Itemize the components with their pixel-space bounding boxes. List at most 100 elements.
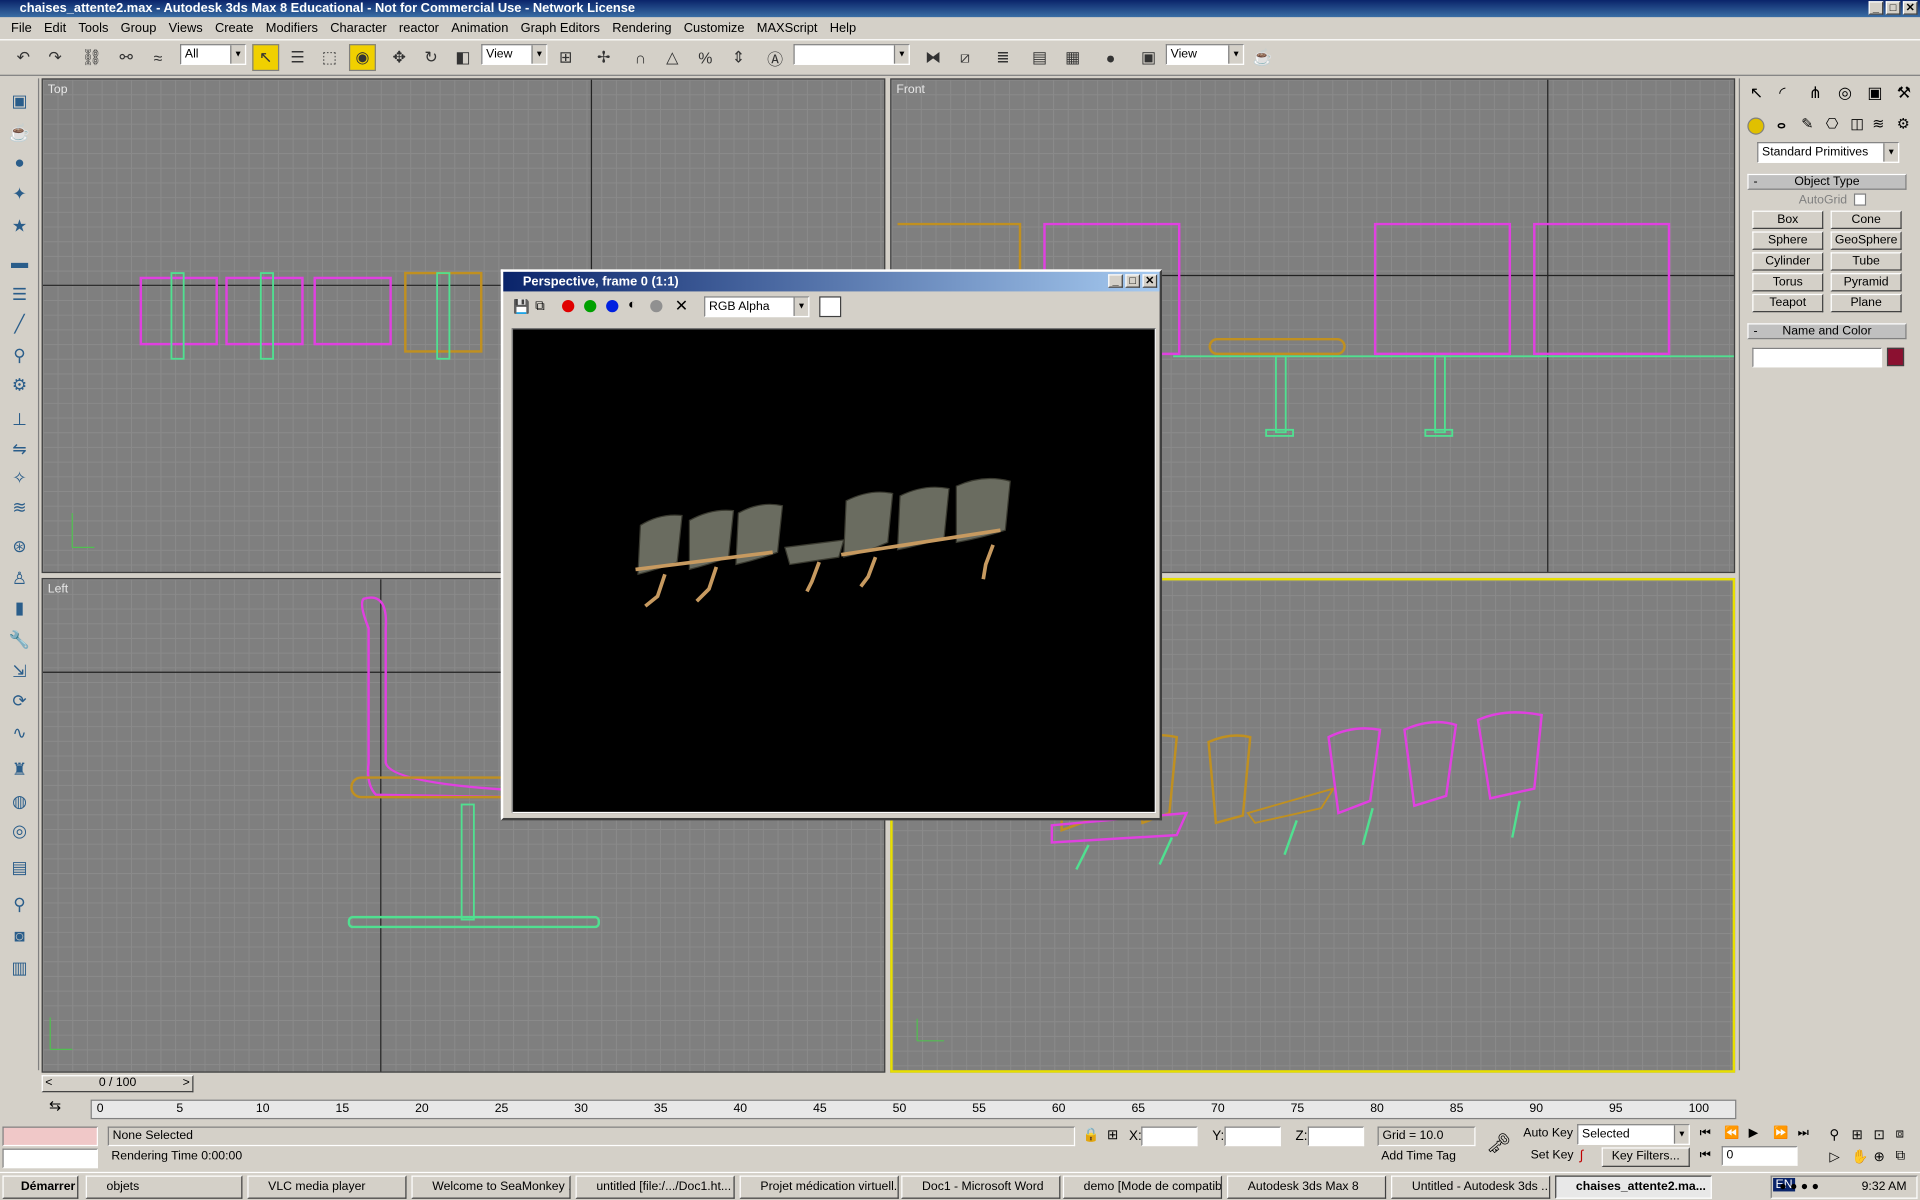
add-time-tag[interactable]: Add Time Tag (1377, 1148, 1476, 1169)
reactor-icon[interactable]: ◎ (7, 818, 31, 842)
gear-icon[interactable]: ⚙ (7, 372, 31, 396)
teapot-icon[interactable]: ☕ (7, 120, 31, 144)
zoom-all-icon[interactable]: ⊞ (1851, 1127, 1862, 1143)
schematic-view-icon[interactable]: ▦ (1059, 44, 1086, 71)
save-bitmap-icon[interactable]: 💾 (513, 299, 530, 315)
taskbar-item-projet[interactable]: Projet médication virtuell... (739, 1175, 899, 1199)
menu-help[interactable]: Help (824, 21, 863, 36)
menu-create[interactable]: Create (209, 21, 260, 36)
red-channel-icon[interactable] (562, 300, 575, 313)
pivot-center-icon[interactable]: ⊞ (552, 44, 579, 71)
render-minimize-button[interactable]: _ (1108, 274, 1123, 288)
clone-window-icon[interactable]: ⧉ (535, 299, 545, 315)
taskbar-item-untitled-doc1[interactable]: untitled [file:/.../Doc1.ht... (575, 1175, 735, 1199)
tube-button[interactable]: Tube (1830, 252, 1902, 271)
camera-icon[interactable]: ⊥ (7, 407, 31, 431)
select-object-icon[interactable]: ↖ (252, 44, 280, 72)
cylinder-icon[interactable]: ▮ (7, 595, 31, 619)
modify-tab-icon[interactable]: ◜ (1779, 83, 1785, 103)
object-color-swatch[interactable] (1886, 347, 1905, 367)
document-icon[interactable]: ▤ (7, 855, 31, 879)
motion-tab-icon[interactable]: ◎ (1838, 83, 1852, 103)
path-icon[interactable]: ∿ (7, 720, 31, 744)
minimize-button[interactable]: _ (1868, 1, 1884, 15)
channel-dropdown[interactable]: RGB Alpha ▼ (704, 296, 810, 318)
render-close-button[interactable]: ✕ (1142, 274, 1158, 288)
time-slider[interactable]: < 0 / 100 > (41, 1075, 194, 1093)
close-button[interactable]: ✕ (1902, 1, 1918, 15)
extended-primitives-icon[interactable]: ▬ (7, 250, 31, 274)
undo-icon[interactable]: ↶ (10, 44, 37, 71)
menu-file[interactable]: File (5, 21, 38, 36)
z-coordinate-input[interactable] (1307, 1126, 1365, 1147)
cylinder-button[interactable]: Cylinder (1752, 252, 1824, 271)
angle-snap-icon[interactable]: △ (659, 44, 686, 71)
key-filters-button[interactable]: Key Filters... (1601, 1147, 1690, 1167)
layer-manager-icon[interactable]: ≣ (989, 44, 1016, 71)
display-tab-icon[interactable]: ▣ (1867, 83, 1882, 103)
taskbar-item-vlc[interactable]: VLC media player (247, 1175, 407, 1199)
select-by-name-icon[interactable]: ☰ (284, 44, 311, 71)
space-warp-icon[interactable]: ⇋ (7, 436, 31, 460)
layers-icon[interactable]: ☰ (7, 282, 31, 306)
autogrid-checkbox[interactable] (1853, 193, 1867, 206)
object-type-rollout[interactable]: - Object Type (1747, 173, 1907, 190)
scale-icon[interactable]: ◧ (449, 44, 476, 71)
set-key-icon[interactable]: 🗝 (1487, 1131, 1512, 1155)
render-view-dropdown[interactable]: View ▼ (1165, 44, 1245, 65)
cone-button[interactable]: Cone (1830, 210, 1902, 229)
plane-button[interactable]: Plane (1830, 293, 1902, 313)
arc-rotate-icon[interactable]: ⊕ (1873, 1149, 1884, 1165)
pyramid-button[interactable]: Pyramid (1830, 273, 1902, 292)
hair-icon[interactable]: ◍ (7, 789, 31, 813)
absolute-mode-icon[interactable]: ⊞ (1107, 1127, 1118, 1143)
go-to-end-icon[interactable]: ⏭ (1798, 1127, 1809, 1140)
snaps-toggle-icon[interactable]: ∩ (627, 44, 654, 71)
blue-channel-icon[interactable] (606, 300, 619, 313)
spinner-snap-icon[interactable]: ⇕ (725, 44, 752, 71)
menu-maxscript[interactable]: MAXScript (751, 21, 824, 36)
track-bar[interactable]: 0 5 10 15 20 25 30 35 40 45 50 55 60 65 70 75 80 85 90 95 10… (90, 1099, 1737, 1120)
menu-group[interactable]: Group (115, 21, 163, 36)
render-maximize-button[interactable]: □ (1125, 274, 1141, 288)
taskbar-item-seamonkey[interactable]: Welcome to SeaMonkey ... (411, 1175, 571, 1199)
go-to-start-icon[interactable]: ⏮ (1700, 1127, 1711, 1140)
curve-editor-icon[interactable]: ▤ (1026, 44, 1053, 71)
edit-named-selection-icon[interactable]: Ⓐ (762, 44, 789, 71)
field-of-view-icon[interactable]: ▷ (1829, 1149, 1839, 1165)
zoom-icon-nav[interactable]: ⚲ (1829, 1127, 1839, 1143)
reference-coordinate-dropdown[interactable]: View ▼ (481, 44, 548, 65)
cameras-category-icon[interactable]: ⎔ (1826, 115, 1839, 132)
render-camera-icon[interactable]: ◙ (7, 923, 31, 947)
taskbar-item-chaises[interactable]: chaises_attente2.ma... (1555, 1175, 1712, 1199)
key-mode-dropdown[interactable]: Selected ▼ (1577, 1124, 1690, 1145)
taskbar-item-untitled-3dsmax[interactable]: Untitled - Autodesk 3ds ... (1391, 1175, 1551, 1199)
redo-icon[interactable]: ↷ (42, 44, 69, 71)
menu-rendering[interactable]: Rendering (606, 21, 678, 36)
selection-filter-dropdown[interactable]: All ▼ (180, 44, 247, 65)
clear-icon[interactable]: ✕ (675, 296, 688, 316)
wrench-icon[interactable]: 🔧 (7, 627, 31, 651)
helper-icon[interactable]: ⚲ (7, 343, 31, 367)
zoom-icon[interactable]: ⚲ (7, 891, 31, 915)
create-box-icon[interactable]: ▣ (7, 88, 31, 112)
primitive-type-dropdown[interactable]: Standard Primitives ▼ (1757, 142, 1900, 163)
object-name-input[interactable] (1752, 347, 1883, 368)
zoom-extents-icon[interactable]: ⊡ (1873, 1127, 1884, 1143)
particle-icon[interactable]: ✧ (7, 465, 31, 489)
next-frame-icon[interactable]: ⏩ (1773, 1127, 1788, 1140)
color-swatch[interactable] (819, 296, 842, 318)
bind-space-warp-icon[interactable]: ≈ (144, 44, 171, 71)
auto-key-button[interactable]: Auto Key (1523, 1127, 1573, 1140)
menu-animation[interactable]: Animation (445, 21, 514, 36)
render-scene-icon[interactable]: ▣ (1135, 44, 1162, 71)
teapot-button[interactable]: Teapot (1752, 293, 1824, 313)
render-frame-window[interactable]: Perspective, frame 0 (1:1) _ □ ✕ 💾 ⧉ ◐ ✕… (500, 269, 1163, 821)
sphere-icon[interactable]: ● (7, 149, 31, 173)
name-and-color-rollout[interactable]: - Name and Color (1747, 323, 1907, 340)
taskbar-item-objets[interactable]: objets (85, 1175, 243, 1199)
maximize-viewport-icon[interactable]: ⧉ (1896, 1149, 1906, 1165)
menu-edit[interactable]: Edit (38, 21, 72, 36)
key-tangent-icon[interactable]: ∫ (1580, 1149, 1584, 1164)
cloth-icon[interactable]: ♜ (7, 757, 31, 781)
